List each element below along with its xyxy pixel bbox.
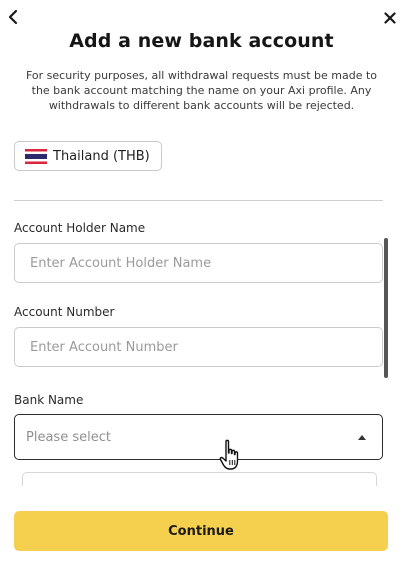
section-divider [14, 200, 383, 201]
bank-name-select[interactable]: Please select [14, 414, 383, 460]
close-button[interactable] [383, 10, 397, 26]
caret-up-icon [358, 435, 366, 440]
security-notice: For security purposes, all withdrawal re… [26, 69, 377, 112]
account-holder-label: Account Holder Name [14, 221, 146, 235]
account-holder-field[interactable] [14, 243, 383, 283]
country-label: Thailand (THB) [53, 148, 150, 164]
thailand-flag-icon [25, 148, 47, 164]
scrollbar-thumb[interactable] [384, 238, 388, 378]
bank-dropdown-list[interactable] [22, 472, 377, 486]
account-number-input[interactable] [30, 339, 382, 355]
bank-name-placeholder: Please select [26, 429, 111, 445]
account-holder-input[interactable] [30, 255, 382, 271]
continue-button[interactable]: Continue [14, 511, 388, 551]
back-button[interactable] [6, 8, 20, 26]
page-title: Add a new bank account [69, 30, 334, 52]
account-number-field[interactable] [14, 327, 383, 367]
chevron-left-icon [8, 9, 18, 25]
bank-name-label: Bank Name [14, 393, 84, 407]
account-number-label: Account Number [14, 305, 115, 319]
country-selector-button[interactable]: Thailand (THB) [14, 141, 162, 171]
close-icon [384, 12, 396, 24]
